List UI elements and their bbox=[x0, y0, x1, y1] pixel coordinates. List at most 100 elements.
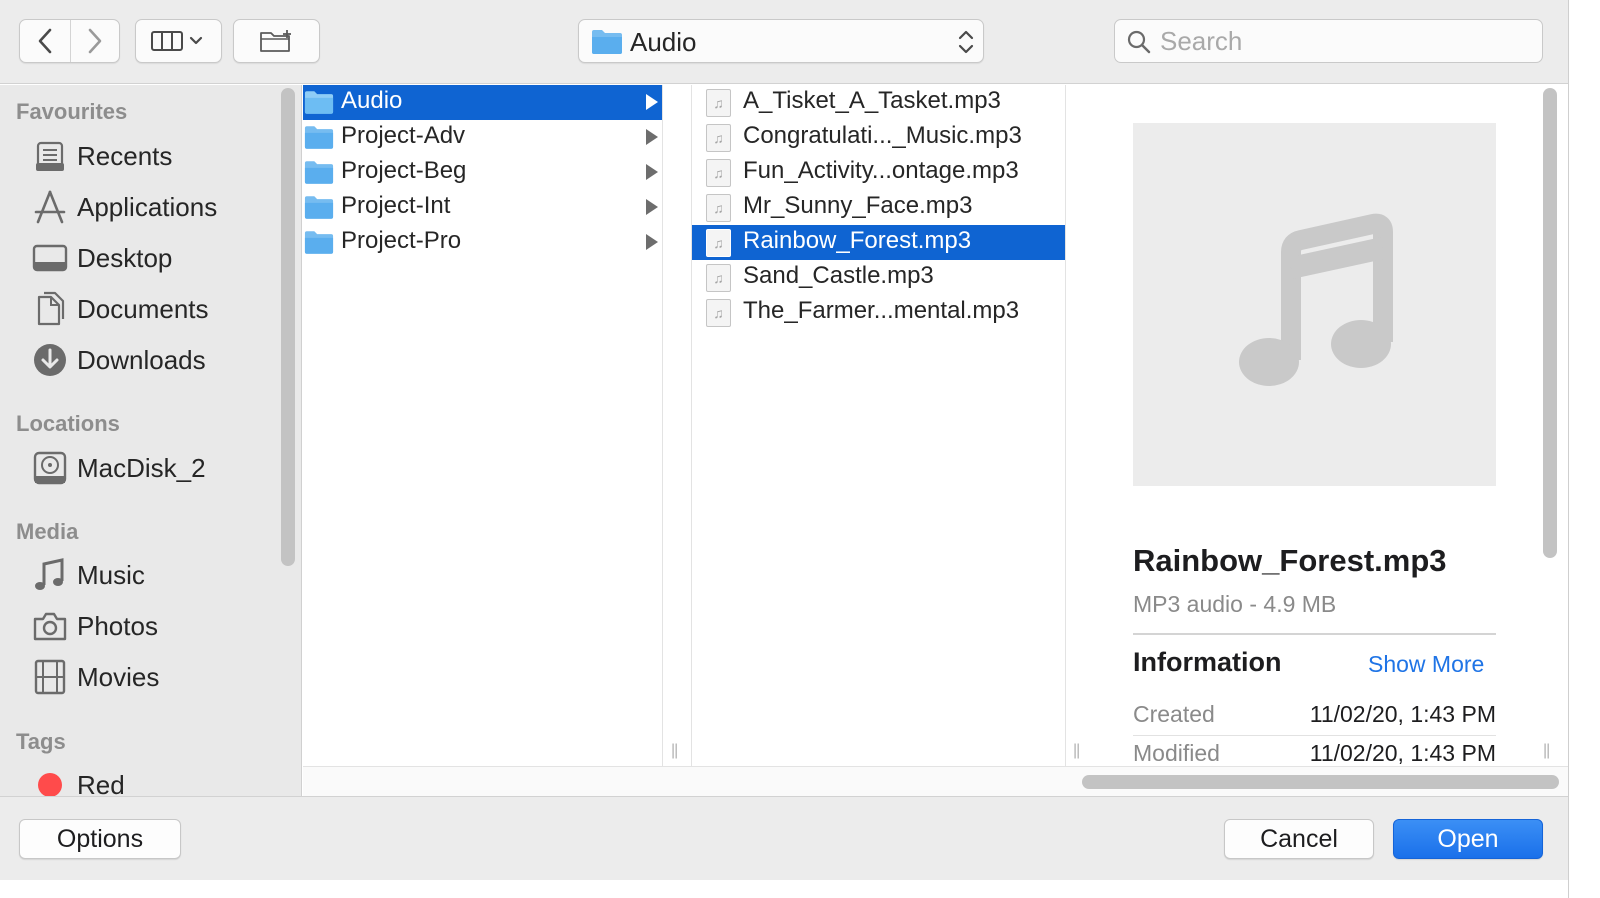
forward-button[interactable] bbox=[69, 20, 120, 62]
sidebar-item-label: Movies bbox=[77, 662, 160, 692]
history-navigation bbox=[19, 19, 120, 63]
sidebar-item-label: Applications bbox=[77, 192, 218, 222]
folder-icon bbox=[592, 30, 622, 54]
folder-name: Project-Pro bbox=[341, 227, 462, 254]
sidebar-item-macdisk[interactable]: MacDisk_2 bbox=[0, 445, 282, 491]
divider bbox=[1133, 633, 1496, 635]
sidebar-item-documents[interactable]: Documents bbox=[0, 286, 282, 332]
sidebar-item-photos[interactable]: Photos bbox=[0, 603, 282, 649]
info-row-created: Created 11/02/20, 1:43 PM bbox=[1133, 697, 1496, 735]
sidebar-section-tags: Tags bbox=[16, 729, 66, 754]
folder-row-audio[interactable]: Audio bbox=[303, 85, 662, 120]
folder-name: Project-Adv bbox=[341, 122, 466, 149]
options-button[interactable]: Options bbox=[19, 819, 181, 859]
open-button[interactable]: Open bbox=[1393, 819, 1543, 859]
disk-icon bbox=[32, 450, 68, 486]
info-row-modified: Modified 11/02/20, 1:43 PM bbox=[1133, 736, 1496, 766]
file-row[interactable]: ♫ Fun_Activity...ontage.mp3 bbox=[692, 155, 1065, 190]
desktop-icon bbox=[32, 240, 68, 276]
downloads-icon bbox=[32, 342, 68, 378]
view-mode-button[interactable] bbox=[135, 19, 222, 63]
sidebar-item-music[interactable]: Music bbox=[0, 552, 282, 598]
sidebar-item-label: Recents bbox=[77, 141, 173, 171]
file-row[interactable]: ♫ Mr_Sunny_Face.mp3 bbox=[692, 190, 1065, 225]
film-icon bbox=[32, 659, 68, 695]
chevron-right-icon bbox=[88, 28, 102, 54]
cancel-button[interactable]: Cancel bbox=[1224, 819, 1374, 859]
file-name: Mr_Sunny_Face.mp3 bbox=[743, 192, 973, 219]
file-name: Sand_Castle.mp3 bbox=[743, 262, 934, 289]
sidebar-item-movies[interactable]: Movies bbox=[0, 654, 282, 700]
horizontal-scrollbar bbox=[303, 766, 1568, 796]
disclosure-arrow-icon bbox=[646, 199, 658, 215]
folder-name: Project-Beg bbox=[341, 157, 467, 184]
folder-icon bbox=[304, 196, 334, 219]
horizontal-scroll-thumb[interactable] bbox=[1082, 775, 1559, 789]
applications-icon bbox=[32, 189, 68, 225]
sidebar-item-recents[interactable]: Recents bbox=[0, 133, 282, 179]
sidebar-item-downloads[interactable]: Downloads bbox=[0, 337, 282, 383]
preview-artwork bbox=[1133, 123, 1496, 486]
up-down-arrows-icon bbox=[958, 30, 974, 54]
audio-file-icon: ♫ bbox=[706, 124, 731, 152]
disclosure-arrow-icon bbox=[646, 94, 658, 110]
file-row[interactable]: ♫ Congratulati..._Music.mp3 bbox=[692, 120, 1065, 155]
back-button[interactable] bbox=[20, 20, 70, 62]
file-name: The_Farmer...mental.mp3 bbox=[743, 297, 1020, 324]
search-field[interactable] bbox=[1114, 19, 1543, 63]
sidebar-item-label: Red bbox=[77, 770, 125, 796]
sidebar-section-locations: Locations bbox=[16, 411, 120, 436]
music-icon bbox=[32, 557, 68, 593]
info-value: 11/02/20, 1:43 PM bbox=[1309, 701, 1496, 727]
search-input[interactable] bbox=[1160, 24, 1530, 58]
file-row[interactable]: ♫ The_Farmer...mental.mp3 bbox=[692, 295, 1065, 330]
sidebar-item-tag-red[interactable]: Red bbox=[0, 762, 282, 796]
sidebar-item-desktop[interactable]: Desktop bbox=[0, 235, 282, 281]
sidebar: Favourites Recents Applications Desktop … bbox=[0, 85, 302, 796]
audio-file-icon: ♫ bbox=[706, 194, 731, 222]
column-resize-handle[interactable]: || bbox=[1073, 742, 1080, 760]
sidebar-item-applications[interactable]: Applications bbox=[0, 184, 282, 230]
column-resize-handle[interactable]: || bbox=[1543, 742, 1550, 760]
column-resize-handle[interactable]: || bbox=[671, 742, 678, 760]
folders-column: Audio Project-Adv Project-Beg Project-In… bbox=[303, 85, 663, 766]
music-note-icon bbox=[1238, 213, 1393, 386]
preview-scrollbar[interactable] bbox=[1543, 88, 1557, 558]
toolbar: Audio bbox=[0, 0, 1568, 84]
information-heading: Information bbox=[1133, 647, 1282, 677]
sidebar-item-label: Downloads bbox=[77, 345, 206, 375]
column-divider bbox=[664, 85, 691, 766]
preview-file-kind: MP3 audio - 4.9 MB bbox=[1133, 591, 1337, 617]
audio-file-icon: ♫ bbox=[706, 264, 731, 292]
show-more-link[interactable]: Show More bbox=[1368, 651, 1484, 678]
column-view-icon bbox=[150, 31, 202, 51]
info-label: Created bbox=[1133, 701, 1215, 727]
folder-row-project-beg[interactable]: Project-Beg bbox=[303, 155, 662, 190]
audio-file-icon: ♫ bbox=[706, 159, 731, 187]
file-row[interactable]: ♫ A_Tisket_A_Tasket.mp3 bbox=[692, 85, 1065, 120]
camera-icon bbox=[32, 608, 68, 644]
column-divider bbox=[1067, 85, 1094, 766]
path-popup[interactable]: Audio bbox=[578, 19, 984, 63]
sidebar-item-label: Desktop bbox=[77, 243, 173, 273]
disclosure-arrow-icon bbox=[646, 129, 658, 145]
folder-row-project-adv[interactable]: Project-Adv bbox=[303, 120, 662, 155]
documents-icon bbox=[32, 291, 68, 327]
path-label: Audio bbox=[630, 27, 697, 57]
info-label: Modified bbox=[1133, 740, 1220, 766]
file-name: Rainbow_Forest.mp3 bbox=[743, 227, 972, 254]
info-value: 11/02/20, 1:43 PM bbox=[1309, 740, 1496, 766]
new-folder-button[interactable] bbox=[233, 19, 320, 63]
folder-name: Project-Int bbox=[341, 192, 451, 219]
sidebar-scrollbar[interactable] bbox=[281, 88, 295, 566]
disclosure-arrow-icon bbox=[646, 234, 658, 250]
sidebar-section-favourites: Favourites bbox=[16, 99, 128, 124]
audio-file-icon: ♫ bbox=[706, 229, 731, 257]
folder-row-project-pro[interactable]: Project-Pro bbox=[303, 225, 662, 260]
file-row-selected[interactable]: ♫ Rainbow_Forest.mp3 bbox=[692, 225, 1065, 260]
file-row[interactable]: ♫ Sand_Castle.mp3 bbox=[692, 260, 1065, 295]
folder-icon bbox=[304, 161, 334, 184]
file-name: A_Tisket_A_Tasket.mp3 bbox=[743, 87, 1001, 114]
new-folder-icon bbox=[259, 30, 291, 52]
folder-row-project-int[interactable]: Project-Int bbox=[303, 190, 662, 225]
